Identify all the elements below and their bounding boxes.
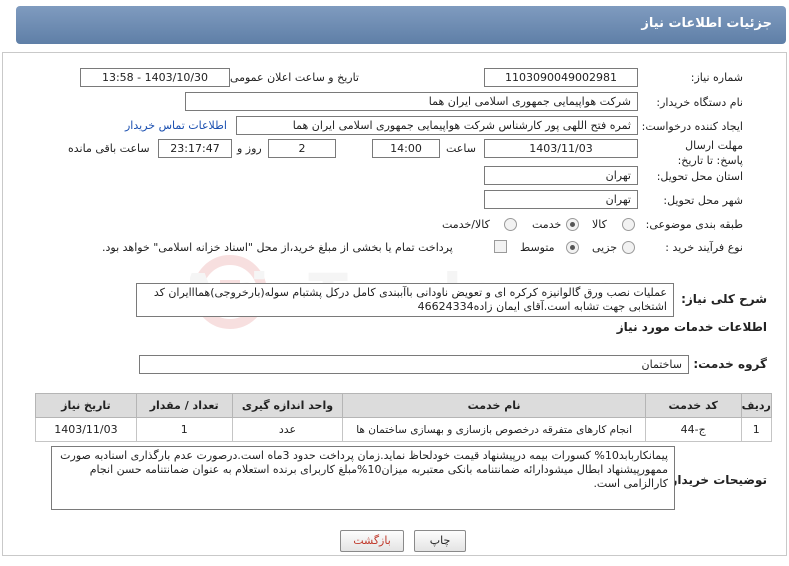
print-button[interactable]: چاپ bbox=[414, 530, 466, 552]
col-unit: واحد اندازه گیری bbox=[231, 393, 344, 418]
cell-quantity: 1 bbox=[135, 417, 233, 442]
buyer-org-field: شرکت هواپیمایی جمهوری اسلامی ایران هما bbox=[185, 92, 638, 111]
buyer-contact-link[interactable]: اطلاعات تماس خریدار bbox=[125, 119, 227, 132]
category-radio-goods[interactable] bbox=[622, 218, 635, 231]
delivery-city-label: شهر محل تحویل: bbox=[663, 194, 743, 207]
summary-field: عملیات نصب ورق گالوانیزه کرکره ای و تعوی… bbox=[136, 283, 674, 317]
process-option-minor: جزیی bbox=[592, 241, 618, 254]
col-need-date: تاریخ نیاز bbox=[35, 393, 137, 418]
cell-service-name: انجام کارهای متفرقه درخصوص بازسازی و بهس… bbox=[342, 417, 646, 442]
category-option-goods: کالا bbox=[592, 218, 607, 231]
service-group-label: گروه خدمت: bbox=[693, 357, 767, 371]
deadline-label: مهلت ارسال پاسخ: تا تاریخ: bbox=[677, 139, 743, 167]
remaining-days-label: روز و bbox=[237, 142, 262, 155]
delivery-province-label: استان محل تحویل: bbox=[656, 170, 743, 183]
services-table-header: ردیف کد خدمت نام خدمت واحد اندازه گیری ت… bbox=[35, 393, 773, 418]
need-number-field: 1103090049002981 bbox=[484, 68, 638, 87]
requester-field: ثمره فتح اللهی پور کارشناس شرکت هواپیمای… bbox=[236, 116, 638, 135]
cell-row: 1 bbox=[740, 417, 773, 442]
need-number-label: شماره نیاز: bbox=[690, 71, 743, 84]
col-service-name: نام خدمت bbox=[342, 393, 646, 418]
treasury-note: پرداخت تمام یا بخشی از مبلغ خرید،از محل … bbox=[102, 241, 453, 254]
category-label: طبقه بندی موضوعی: bbox=[645, 218, 743, 231]
col-service-code: کد خدمت bbox=[644, 393, 742, 418]
process-radio-medium[interactable] bbox=[566, 241, 579, 254]
col-quantity: تعداد / مقدار bbox=[135, 393, 233, 418]
cell-service-code: ج-44 bbox=[644, 417, 742, 442]
col-row: ردیف bbox=[740, 393, 773, 418]
process-type-label: نوع فرآیند خرید : bbox=[665, 241, 743, 254]
delivery-city-field: تهران bbox=[484, 190, 638, 209]
deadline-time-label: ساعت bbox=[446, 142, 476, 155]
cell-unit: عدد bbox=[231, 417, 344, 442]
remaining-time-field: 23:17:47 bbox=[158, 139, 232, 158]
category-option-service: خدمت bbox=[532, 218, 562, 231]
remaining-days-field: 2 bbox=[268, 139, 336, 158]
deadline-date-field: 1403/11/03 bbox=[484, 139, 638, 158]
announce-datetime-label: تاریخ و ساعت اعلان عمومی: bbox=[226, 71, 359, 84]
services-section-title: اطلاعات خدمات مورد نیاز bbox=[616, 320, 767, 334]
buyer-notes-label: توضیحات خریدار: bbox=[665, 473, 767, 487]
page-header: جزئیات اطلاعات نیاز bbox=[16, 6, 786, 44]
cell-need-date: 1403/11/03 bbox=[35, 417, 137, 442]
page-title: جزئیات اطلاعات نیاز bbox=[641, 16, 772, 31]
category-option-goods-service: کالا/خدمت bbox=[442, 218, 490, 231]
delivery-province-field: تهران bbox=[484, 166, 638, 185]
process-option-medium: متوسط bbox=[520, 241, 555, 254]
announce-datetime-field: 1403/10/30 - 13:58 bbox=[80, 68, 230, 87]
category-radio-service[interactable] bbox=[566, 218, 579, 231]
service-group-field: ساختمان bbox=[139, 355, 689, 374]
category-radio-goods-service[interactable] bbox=[504, 218, 517, 231]
services-table: ردیف کد خدمت نام خدمت واحد اندازه گیری ت… bbox=[35, 393, 773, 442]
summary-label: شرح کلی نیاز: bbox=[681, 292, 767, 306]
requester-label: ایجاد کننده درخواست: bbox=[641, 120, 743, 133]
buyer-org-label: نام دستگاه خریدار: bbox=[656, 96, 743, 109]
buyer-notes-field: پیمانکاربابد10% کسورات بیمه درپیشنهاد قی… bbox=[51, 446, 675, 510]
remaining-time-label: ساعت باقی مانده bbox=[68, 142, 150, 155]
table-row: 1 ج-44 انجام کارهای متفرقه درخصوص بازساز… bbox=[35, 417, 773, 442]
treasury-checkbox[interactable] bbox=[494, 240, 507, 253]
deadline-time-field: 14:00 bbox=[372, 139, 440, 158]
back-button[interactable]: بازگشت bbox=[340, 530, 404, 552]
process-radio-minor[interactable] bbox=[622, 241, 635, 254]
